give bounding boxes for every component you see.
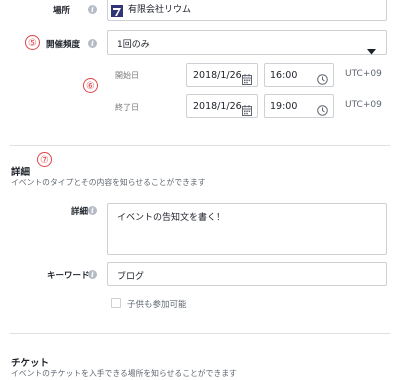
start-time-input[interactable]: 16:00 bbox=[264, 63, 334, 87]
ticket-section-description: イベントのチケットを入手できる場所を知らせることができます bbox=[11, 369, 237, 378]
frequency-label: 開催頻度 bbox=[46, 40, 81, 50]
start-timezone: UTC+09 bbox=[345, 69, 382, 79]
details-section-title: 詳細 bbox=[11, 167, 31, 178]
start-date-label: 開始日 bbox=[115, 71, 139, 80]
frequency-value: 1回のみ bbox=[117, 40, 150, 50]
ticket-section-title: チケット bbox=[11, 358, 50, 369]
location-field[interactable]: 有限会社リウム bbox=[107, 0, 387, 21]
details-section-description: イベントのタイプとその内容を知らせることができます bbox=[11, 178, 206, 187]
clock-icon bbox=[317, 70, 328, 89]
step-marker-7: ⑦ bbox=[37, 152, 52, 167]
end-date-value: 2018/1/26 bbox=[193, 101, 242, 112]
keyword-value: ブログ bbox=[117, 272, 145, 282]
start-time-value: 16:00 bbox=[270, 70, 298, 81]
start-date-value: 2018/1/26 bbox=[193, 70, 242, 81]
section-divider bbox=[10, 333, 390, 334]
location-value: 有限会社リウム bbox=[128, 5, 192, 15]
details-value: イベントの告知文を書く！ bbox=[117, 213, 226, 223]
end-date-input[interactable]: 2018/1/26 bbox=[186, 94, 258, 118]
calendar-icon bbox=[242, 70, 252, 89]
end-time-input[interactable]: 19:00 bbox=[264, 94, 334, 118]
kids-checkbox[interactable] bbox=[111, 298, 121, 308]
clock-icon bbox=[317, 101, 328, 120]
keyword-input[interactable]: ブログ bbox=[107, 262, 387, 286]
section-divider bbox=[10, 145, 390, 146]
caret-down-icon bbox=[367, 40, 376, 59]
info-icon: i bbox=[88, 206, 97, 215]
frequency-select[interactable]: 1回のみ bbox=[107, 30, 387, 55]
end-timezone: UTC+09 bbox=[345, 100, 382, 110]
location-label: 場所 bbox=[53, 6, 71, 16]
kids-checkbox-label[interactable]: 子供も参加可能 bbox=[127, 298, 187, 310]
step-marker-5: ⑤ bbox=[25, 35, 40, 50]
info-icon: i bbox=[88, 39, 97, 48]
info-icon: i bbox=[88, 270, 97, 279]
end-date-label: 終了日 bbox=[115, 103, 139, 112]
calendar-icon bbox=[242, 101, 252, 120]
end-time-value: 19:00 bbox=[270, 101, 298, 112]
start-date-input[interactable]: 2018/1/26 bbox=[186, 63, 258, 87]
info-icon: i bbox=[88, 5, 97, 14]
details-textarea[interactable]: イベントの告知文を書く！ bbox=[107, 203, 387, 255]
keyword-label: キーワード bbox=[47, 271, 90, 281]
step-marker-6: ⑥ bbox=[83, 78, 98, 93]
location-logo-icon bbox=[111, 2, 123, 17]
details-label: 詳細 bbox=[71, 207, 89, 217]
